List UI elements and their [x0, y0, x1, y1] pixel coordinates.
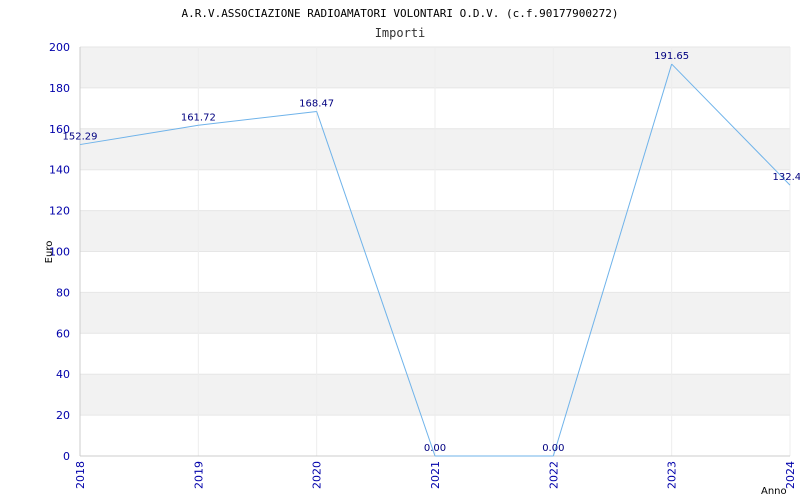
x-tick-label: 2023	[666, 461, 679, 489]
data-label: 132.47	[773, 172, 800, 183]
line-chart: 020406080100120140160180200 2018 2019 2020…	[44, 7, 800, 497]
y-tick-label: 60	[56, 327, 70, 340]
x-tick-label: 2024	[784, 461, 797, 489]
data-label: 168.47	[299, 98, 334, 109]
data-label: 0.00	[424, 443, 446, 454]
x-tick-label: 2022	[547, 461, 560, 489]
y-axis-title: Euro	[44, 241, 55, 264]
series-line-segment	[198, 110, 317, 126]
y-tick-label: 40	[56, 368, 70, 381]
y-tick-label: 0	[63, 450, 70, 463]
y-tick-label: 80	[56, 286, 70, 299]
x-tick-label: 2019	[192, 461, 205, 489]
data-label: 161.72	[181, 112, 216, 123]
data-label: 0.00	[542, 443, 564, 454]
y-tick-label: 120	[49, 205, 70, 218]
y-tick-label: 180	[49, 82, 70, 95]
x-axis-title: Anno	[761, 486, 787, 497]
x-tick-label: 2020	[311, 461, 324, 489]
x-tick-label: 2018	[74, 461, 87, 489]
y-tick-label: 200	[49, 41, 70, 54]
chart-title: A.R.V.ASSOCIAZIONE RADIOAMATORI VOLONTAR…	[181, 7, 618, 20]
chart-subtitle: Importi	[375, 26, 426, 40]
x-tick-label: 2021	[429, 461, 442, 489]
x-tick-labels: 2018 2019 2020 2021 2022 2023 2024	[74, 461, 797, 489]
y-tick-label: 20	[56, 409, 70, 422]
data-label: 191.65	[654, 51, 689, 62]
y-tick-label: 140	[49, 164, 70, 177]
data-label: 152.29	[63, 132, 98, 143]
